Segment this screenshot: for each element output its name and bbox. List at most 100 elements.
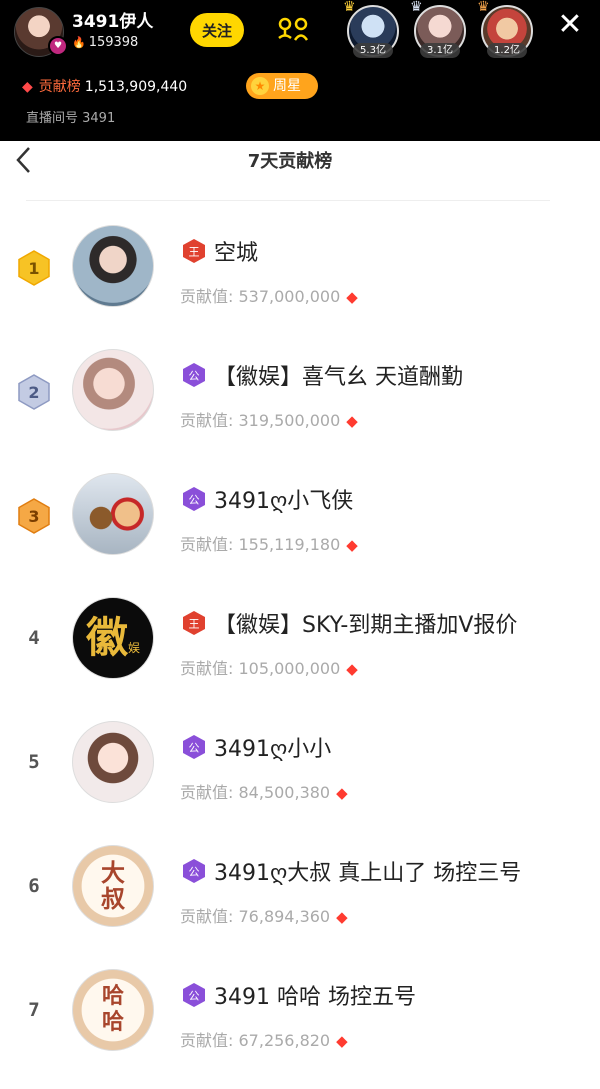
host-level-badge-icon: ♥ [48, 36, 68, 56]
avatar-logo-text: 哈哈 [101, 984, 124, 1035]
guild-tag-icon: 公 [182, 734, 206, 760]
diamond-icon: ◆ [346, 660, 358, 678]
leaderboard-row[interactable]: 5 公 3491ღ小小 贡献值: 84,500,380 ◆ [0, 721, 580, 841]
avatar-logo-text: 大叔 [101, 859, 125, 913]
diamond-icon: ◆ [346, 536, 358, 554]
contrib-prefix: 贡献值: [180, 287, 234, 306]
contrib-prefix: 贡献值: [180, 783, 234, 802]
contrib-number: 155,119,180 [238, 535, 341, 554]
contribution-value: 贡献值: 84,500,380 ◆ [180, 779, 348, 803]
svg-text:王: 王 [189, 246, 200, 259]
leaderboard-row[interactable]: 3 公 3491ღ小飞侠 贡献值: 155,119,180 ◆ [0, 473, 580, 593]
diamond-icon: ◆ [22, 79, 33, 95]
user-name: 【徽娱】喜气幺 天道酬勤 [214, 365, 463, 390]
svg-text:公: 公 [189, 742, 200, 755]
contribution-value: 贡献值: 76,894,360 ◆ [180, 903, 348, 927]
contrib-number: 84,500,380 [238, 783, 331, 802]
avatar-logo-text: 徽 [85, 613, 128, 662]
king-tag-icon: 王 [182, 238, 206, 264]
leaderboard-row[interactable]: 7 哈哈 公 3491 哈哈 场控五号 贡献值: 67,256,820 ◆ [0, 969, 580, 1089]
contribution-value: 贡献值: 105,000,000 ◆ [180, 655, 358, 679]
bronze-medal-icon: 3 [17, 498, 51, 534]
viewer-amount: 5.3亿 [353, 43, 393, 58]
gold-medal-icon: 1 [17, 250, 51, 286]
host-name: 3491伊人 [72, 12, 154, 32]
user-avatar[interactable]: 大叔 [72, 845, 154, 927]
rank-number: 5 [28, 751, 40, 773]
close-icon[interactable]: ✕ [552, 8, 588, 44]
diamond-icon: ◆ [336, 784, 348, 802]
svg-text:公: 公 [189, 370, 200, 383]
user-avatar[interactable] [72, 225, 154, 307]
week-star-button[interactable]: ★ 周星 [246, 73, 318, 99]
king-tag-icon: 王 [182, 610, 206, 636]
silver-medal-icon: 2 [17, 374, 51, 410]
user-name: 【徽娱】SKY-到期主播加V报价 [214, 613, 518, 638]
star-icon: ★ [251, 77, 269, 95]
room-id: 直播间号 3491 [26, 111, 116, 126]
diamond-icon: ◆ [336, 908, 348, 926]
rank-number: 7 [28, 999, 40, 1021]
crown-icon: ♛ [477, 0, 490, 15]
contribution-panel: 7天贡献榜 1 王 空城 贡献值: 537,000,000 ◆ 2 公 【徽娱】喜… [0, 141, 600, 1051]
svg-text:王: 王 [189, 618, 200, 631]
top-viewer-3-avatar[interactable]: ♛ 1.2亿 [477, 0, 533, 58]
rank-number: 4 [28, 627, 40, 649]
leaderboard-row[interactable]: 2 公 【徽娱】喜气幺 天道酬勤 贡献值: 319,500,000 ◆ [0, 349, 580, 469]
svg-text:公: 公 [189, 866, 200, 879]
guild-tag-icon: 公 [182, 486, 206, 512]
viewer-amount: 1.2亿 [487, 43, 527, 58]
contrib-prefix: 贡献值: [180, 907, 234, 926]
user-avatar[interactable]: 徽娱 [72, 597, 154, 679]
contribution-total: 1,513,909,440 [84, 79, 188, 95]
contribution-summary[interactable]: ◆ 贡献榜 1,513,909,440 [22, 76, 187, 96]
contrib-number: 319,500,000 [238, 411, 341, 430]
contribution-value: 贡献值: 67,256,820 ◆ [180, 1027, 348, 1051]
live-room-header: ♥ 3491伊人 🔥 159398 关注 ♛ 5.3亿 ♛ 3.1亿 ♛ 1.2亿… [0, 0, 600, 141]
svg-text:2: 2 [28, 383, 39, 402]
divider [26, 200, 550, 201]
host-fans-count: 🔥 159398 [72, 35, 138, 50]
contrib-prefix: 贡献值: [180, 659, 234, 678]
contrib-prefix: 贡献值: [180, 411, 234, 430]
contrib-number: 105,000,000 [238, 659, 341, 678]
crown-icon: ♛ [343, 0, 356, 15]
user-name: 空城 [214, 241, 259, 266]
page-title: 7天贡献榜 [247, 151, 333, 172]
flame-icon: 🔥 [72, 36, 86, 49]
week-star-label: 周星 [273, 78, 301, 94]
host-fans-value: 159398 [88, 35, 139, 50]
user-avatar[interactable]: 哈哈 [72, 969, 154, 1051]
leaderboard-row[interactable]: 1 王 空城 贡献值: 537,000,000 ◆ [0, 225, 580, 345]
contrib-number: 537,000,000 [238, 287, 341, 306]
leaderboard-row[interactable]: 6 大叔 公 3491ღ大叔 真上山了 场控三号 贡献值: 76,894,360… [0, 845, 580, 965]
rank-number: 6 [28, 875, 40, 897]
contrib-number: 76,894,360 [238, 907, 331, 926]
viewer-amount: 3.1亿 [420, 43, 460, 58]
guild-tag-icon: 公 [182, 858, 206, 884]
user-avatar[interactable] [72, 721, 154, 803]
top-viewer-1-avatar[interactable]: ♛ 5.3亿 [343, 0, 399, 58]
svg-text:3: 3 [28, 507, 39, 526]
diamond-icon: ◆ [336, 1032, 348, 1050]
user-name: 3491ღ小飞侠 [214, 489, 354, 514]
contrib-number: 67,256,820 [238, 1031, 331, 1050]
co-host-link-icon[interactable] [275, 16, 311, 46]
top-viewer-2-avatar[interactable]: ♛ 3.1亿 [410, 0, 466, 58]
leaderboard-row[interactable]: 4 徽娱 王 【徽娱】SKY-到期主播加V报价 贡献值: 105,000,000… [0, 597, 580, 717]
contribution-value: 贡献值: 319,500,000 ◆ [180, 407, 358, 431]
user-avatar[interactable] [72, 349, 154, 431]
contribution-label: 贡献榜 [38, 79, 81, 95]
follow-button[interactable]: 关注 [190, 13, 244, 47]
contrib-prefix: 贡献值: [180, 535, 234, 554]
user-avatar[interactable] [72, 473, 154, 555]
avatar-logo-subtext: 娱 [128, 641, 141, 655]
user-name: 3491 哈哈 场控五号 [214, 985, 416, 1010]
svg-text:公: 公 [189, 990, 200, 1003]
guild-tag-icon: 公 [182, 982, 206, 1008]
contribution-value: 贡献值: 537,000,000 ◆ [180, 283, 358, 307]
user-name: 3491ღ大叔 真上山了 场控三号 [214, 861, 522, 886]
guild-tag-icon: 公 [182, 362, 206, 388]
crown-icon: ♛ [410, 0, 423, 15]
diamond-icon: ◆ [346, 288, 358, 306]
